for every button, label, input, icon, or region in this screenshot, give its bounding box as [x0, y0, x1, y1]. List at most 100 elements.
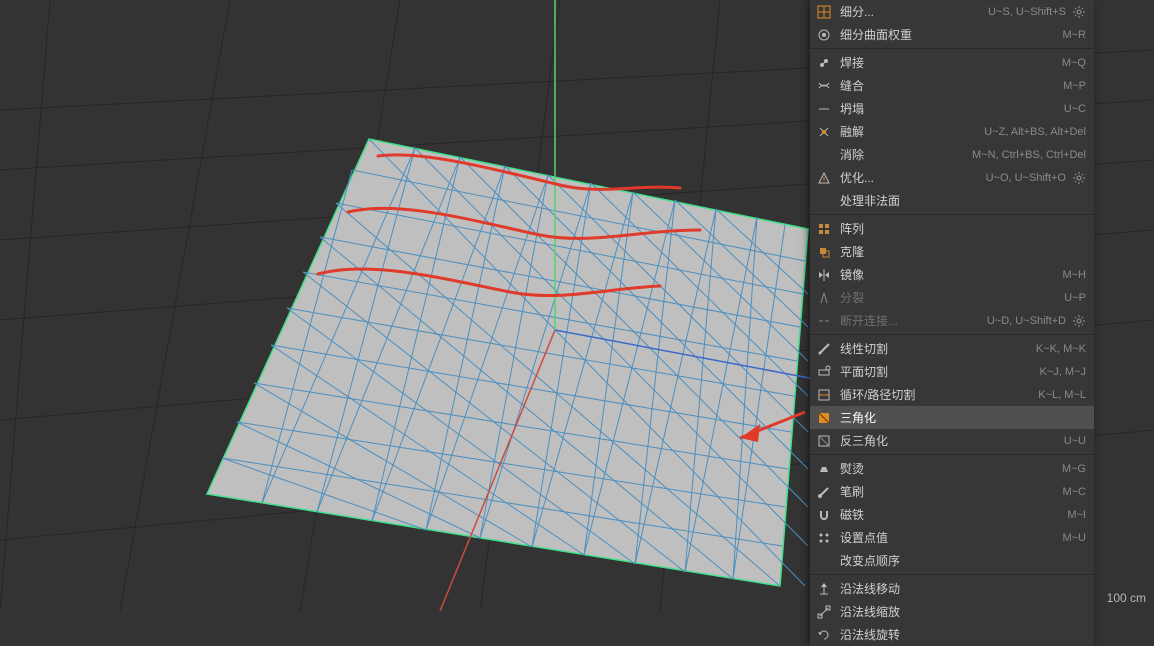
blank-icon — [816, 147, 832, 163]
menu-item-3[interactable]: 焊接 M~Q — [810, 51, 1094, 74]
blank-icon — [816, 553, 832, 569]
stitch-icon — [816, 78, 832, 94]
menu-item-5[interactable]: 坍塌 U~C — [810, 97, 1094, 120]
disconnect-icon — [816, 313, 832, 329]
menu-item-shortcut: M~U — [1062, 532, 1086, 544]
status-scale: 100 cm — [1107, 591, 1146, 605]
menu-item-label: 线性切割 — [840, 340, 1028, 357]
menu-separator — [810, 334, 1094, 335]
menu-item-label: 处理非法面 — [840, 192, 1086, 209]
menu-item-shortcut: U~C — [1064, 103, 1086, 115]
triangulate-icon — [816, 410, 832, 426]
menu-item-label: 断开连接... — [840, 312, 979, 329]
menu-item-20[interactable]: 三角化 — [810, 406, 1094, 429]
menu-item-label: 循环/路径切割 — [840, 386, 1030, 403]
menu-item-23[interactable]: 熨烫M~G — [810, 457, 1094, 480]
menu-item-label: 笔刷 — [840, 483, 1054, 500]
menu-item-18[interactable]: 平面切割 K~J, M~J — [810, 360, 1094, 383]
menu-separator — [810, 214, 1094, 215]
gear-icon[interactable] — [1072, 6, 1086, 18]
menu-item-0[interactable]: 细分... U~S, U~Shift+S — [810, 0, 1094, 23]
menu-item-label: 消除 — [840, 146, 964, 163]
menu-item-shortcut: M~I — [1067, 509, 1086, 521]
menu-item-label: 设置点值 — [840, 529, 1054, 546]
menu-item-8[interactable]: 优化... U~O, U~Shift+O — [810, 166, 1094, 189]
dissolve-icon — [816, 124, 832, 140]
blank-icon — [816, 193, 832, 209]
iron-icon — [816, 461, 832, 477]
menu-item-17[interactable]: 线性切割 K~K, M~K — [810, 337, 1094, 360]
menu-item-label: 细分曲面权重 — [840, 26, 1054, 43]
menu-item-shortcut: U~P — [1064, 292, 1086, 304]
menu-item-1[interactable]: 细分曲面权重 M~R — [810, 23, 1094, 46]
menu-item-label: 优化... — [840, 169, 978, 186]
menu-item-26[interactable]: 设置点值 M~U — [810, 526, 1094, 549]
menu-item-label: 平面切割 — [840, 363, 1032, 380]
normal-move-icon — [816, 581, 832, 597]
mesh-context-menu[interactable]: 细分... U~S, U~Shift+S 细分曲面权重 M~R 焊接 M~Q 缝合 M~P 坍塌… — [810, 0, 1094, 646]
menu-item-9[interactable]: 处理非法面 — [810, 189, 1094, 212]
gear-icon[interactable] — [1072, 172, 1086, 184]
menu-item-shortcut: U~S, U~Shift+S — [988, 6, 1066, 18]
menu-item-label: 缝合 — [840, 77, 1055, 94]
menu-item-14: 分裂 U~P — [810, 286, 1094, 309]
menu-item-shortcut: M~Q — [1062, 57, 1086, 69]
menu-item-label: 焊接 — [840, 54, 1054, 71]
array-icon — [816, 221, 832, 237]
menu-item-label: 三角化 — [840, 409, 1086, 426]
menu-item-label: 镜像 — [840, 266, 1054, 283]
optimize-icon — [816, 170, 832, 186]
subdiv-weight-icon — [816, 27, 832, 43]
menu-item-shortcut: M~N, Ctrl+BS, Ctrl+Del — [972, 149, 1086, 161]
menu-item-shortcut: M~R — [1062, 29, 1086, 41]
menu-separator — [810, 454, 1094, 455]
menu-separator — [810, 48, 1094, 49]
normal-rotate-icon — [816, 627, 832, 643]
menu-item-13[interactable]: 镜像 M~H — [810, 263, 1094, 286]
menu-item-label: 克隆 — [840, 243, 1086, 260]
split-icon — [816, 290, 832, 306]
weld-icon — [816, 55, 832, 71]
menu-item-4[interactable]: 缝合 M~P — [810, 74, 1094, 97]
brush-icon — [816, 484, 832, 500]
menu-item-12[interactable]: 克隆 — [810, 240, 1094, 263]
menu-item-shortcut: U~O, U~Shift+O — [986, 172, 1066, 184]
menu-item-label: 阵列 — [840, 220, 1086, 237]
menu-item-31[interactable]: 沿法线旋转 — [810, 623, 1094, 646]
menu-item-shortcut: U~D, U~Shift+D — [987, 315, 1066, 327]
menu-item-label: 反三角化 — [840, 432, 1056, 449]
loop-cut-icon — [816, 387, 832, 403]
menu-item-shortcut: M~C — [1062, 486, 1086, 498]
menu-item-7[interactable]: 消除 M~N, Ctrl+BS, Ctrl+Del — [810, 143, 1094, 166]
menu-item-label: 融解 — [840, 123, 976, 140]
menu-item-label: 细分... — [840, 3, 980, 20]
menu-item-shortcut: M~H — [1062, 269, 1086, 281]
menu-item-shortcut: M~P — [1063, 80, 1086, 92]
subdivide-icon — [816, 4, 832, 20]
menu-item-shortcut: U~U — [1064, 435, 1086, 447]
menu-item-label: 熨烫 — [840, 460, 1054, 477]
menu-item-21[interactable]: 反三角化 U~U — [810, 429, 1094, 452]
menu-separator — [810, 574, 1094, 575]
menu-item-label: 沿法线移动 — [840, 580, 1086, 597]
menu-item-label: 改变点顺序 — [840, 552, 1086, 569]
menu-item-25[interactable]: 磁铁M~I — [810, 503, 1094, 526]
clone-icon — [816, 244, 832, 260]
menu-item-24[interactable]: 笔刷 M~C — [810, 480, 1094, 503]
menu-item-label: 坍塌 — [840, 100, 1056, 117]
normal-scale-icon — [816, 604, 832, 620]
mirror-icon — [816, 267, 832, 283]
gear-icon[interactable] — [1072, 315, 1086, 327]
menu-item-shortcut: K~K, M~K — [1036, 343, 1086, 355]
magnet-icon — [816, 507, 832, 523]
untriangulate-icon — [816, 433, 832, 449]
menu-item-15: 断开连接... U~D, U~Shift+D — [810, 309, 1094, 332]
menu-item-19[interactable]: 循环/路径切割K~L, M~L — [810, 383, 1094, 406]
menu-item-6[interactable]: 融解U~Z, Alt+BS, Alt+Del — [810, 120, 1094, 143]
menu-item-shortcut: K~J, M~J — [1040, 366, 1086, 378]
menu-item-27[interactable]: 改变点顺序 — [810, 549, 1094, 572]
menu-item-29[interactable]: 沿法线移动 — [810, 577, 1094, 600]
menu-item-label: 分裂 — [840, 289, 1056, 306]
menu-item-11[interactable]: 阵列 — [810, 217, 1094, 240]
menu-item-30[interactable]: 沿法线缩放 — [810, 600, 1094, 623]
